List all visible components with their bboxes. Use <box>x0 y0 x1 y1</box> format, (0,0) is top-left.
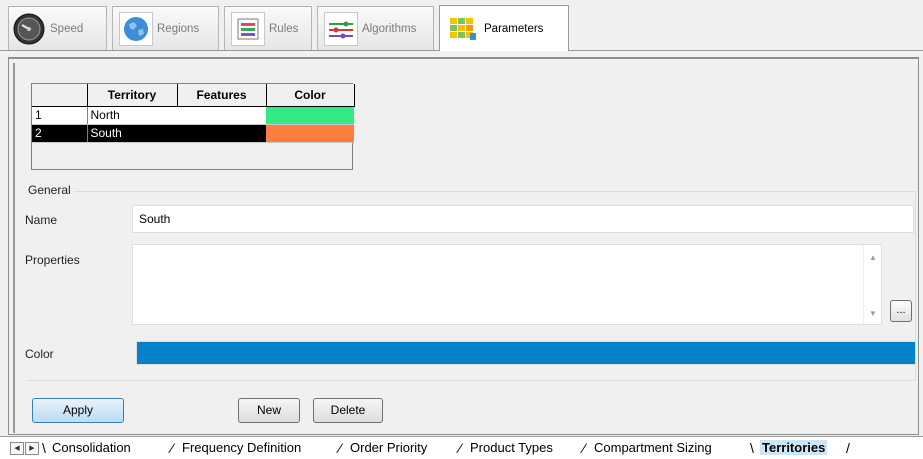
color-label: Color <box>25 347 54 361</box>
apply-button[interactable]: Apply <box>32 398 124 423</box>
row-number: 2 <box>32 124 88 143</box>
properties-textarea[interactable]: ▲ ▼ <box>132 244 882 325</box>
features-cell[interactable] <box>177 106 266 125</box>
panel-content: Territory Features Color 1 North 2 South <box>13 63 916 433</box>
tab-separator: ⁄ <box>339 440 342 456</box>
sheet-tab-product-types[interactable]: Product Types <box>470 439 553 458</box>
tab-regions[interactable]: Regions <box>112 6 219 50</box>
tab-separator: ⁄ <box>583 440 586 456</box>
sheet-tab-order-priority[interactable]: Order Priority <box>350 439 427 458</box>
scroll-down-icon[interactable]: ▼ <box>869 309 877 318</box>
tab-separator: \ <box>750 440 754 456</box>
color-cell[interactable] <box>266 106 354 125</box>
tab-scroll-right-icon[interactable]: ▶ <box>25 442 39 455</box>
top-tab-bar: Speed Regions Rules Algorithms Parameter… <box>0 0 923 56</box>
table-row[interactable]: 1 North <box>32 106 354 125</box>
sheet-tab-compartment-sizing[interactable]: Compartment Sizing <box>594 439 712 458</box>
row-number: 1 <box>32 106 88 125</box>
grid-corner-header <box>32 84 88 107</box>
parameters-grid-icon <box>446 11 480 46</box>
grid-header-row: Territory Features Color <box>32 84 355 107</box>
sheet-tab-consolidation[interactable]: Consolidation <box>52 439 131 458</box>
speedometer-icon <box>12 12 46 46</box>
new-button[interactable]: New <box>238 398 300 423</box>
name-field[interactable]: South <box>132 205 914 233</box>
territory-cell[interactable]: North <box>87 106 177 125</box>
sheet-tab-frequency-definition[interactable]: Frequency Definition <box>182 439 301 458</box>
name-label: Name <box>25 213 58 227</box>
tab-parameters-label: Parameters <box>484 22 544 35</box>
column-header-features[interactable]: Features <box>177 84 267 107</box>
tab-parameters[interactable]: Parameters <box>439 5 569 51</box>
tab-regions-label: Regions <box>157 22 200 35</box>
territory-grid[interactable]: Territory Features Color 1 North 2 South <box>31 83 355 170</box>
tab-algorithms[interactable]: Algorithms <box>317 6 434 50</box>
properties-browse-button[interactable]: ... <box>890 300 912 322</box>
tab-separator: \ <box>42 440 46 456</box>
tab-separator: ⁄ <box>171 440 174 456</box>
sheet-tab-territories-label: Territories <box>760 440 828 455</box>
tab-separator: ⁄ <box>459 440 462 456</box>
tab-algorithms-label: Algorithms <box>362 22 417 35</box>
tab-rules-label: Rules <box>269 22 299 35</box>
delete-button[interactable]: Delete <box>313 398 383 423</box>
column-header-territory[interactable]: Territory <box>87 84 178 107</box>
territories-panel: Territory Features Color 1 North 2 South <box>8 57 919 435</box>
territory-cell[interactable]: South <box>87 124 177 143</box>
table-row[interactable]: 2 South <box>32 124 354 143</box>
algorithm-lines-icon <box>324 11 358 46</box>
color-picker[interactable] <box>136 341 916 365</box>
properties-label: Properties <box>25 253 80 267</box>
sheet-tab-territories[interactable]: Territories <box>760 439 828 458</box>
globe-icon <box>119 11 153 46</box>
color-cell[interactable] <box>266 124 354 143</box>
tab-speed-label: Speed <box>50 22 84 35</box>
tab-rules[interactable]: Rules <box>224 6 312 50</box>
tab-speed[interactable]: Speed <box>8 6 107 50</box>
column-header-color[interactable]: Color <box>266 84 355 107</box>
scroll-up-icon[interactable]: ▲ <box>869 253 877 262</box>
properties-scrollbar[interactable]: ▲ ▼ <box>863 245 881 324</box>
sheet-tab-bar: ◀ ▶ \ Consolidation ⁄ Frequency Definiti… <box>0 436 923 459</box>
tab-separator: / <box>846 440 850 456</box>
general-group-title: General <box>25 183 74 197</box>
rules-list-icon <box>231 11 265 46</box>
tab-scroll-left-icon[interactable]: ◀ <box>10 442 24 455</box>
features-cell[interactable] <box>177 124 266 143</box>
